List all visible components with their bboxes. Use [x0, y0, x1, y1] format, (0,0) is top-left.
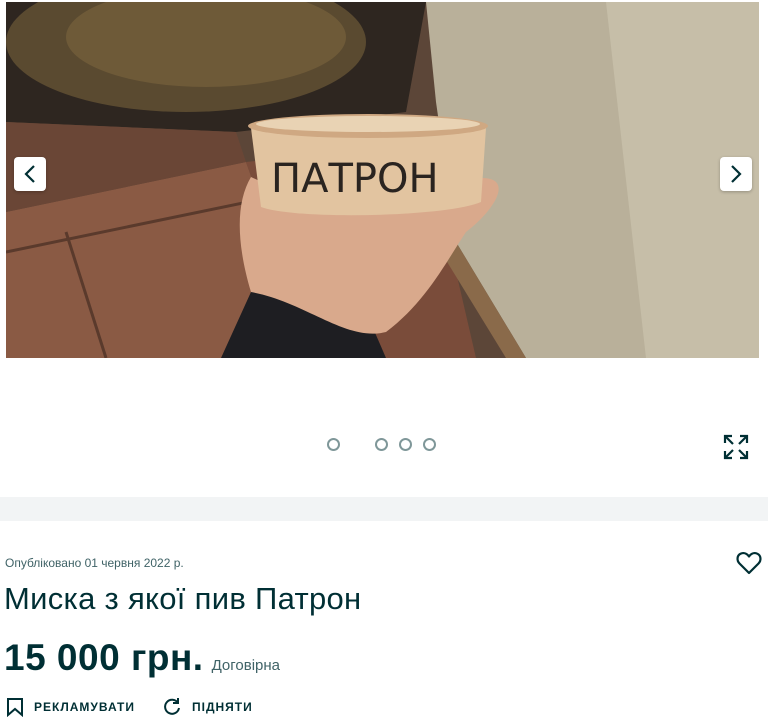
image-gallery: ПАТРОН [0, 0, 768, 497]
pagination-dot[interactable] [399, 438, 412, 451]
listing-actions: РЕКЛАМУВАТИ ПІДНЯТИ [6, 697, 280, 717]
price-row: 15 000 грн. Договірна [4, 637, 280, 679]
negotiable-label: Договірна [211, 657, 281, 674]
fullscreen-button[interactable] [719, 430, 753, 464]
pagination-dot[interactable] [375, 438, 388, 451]
promote-button[interactable]: РЕКЛАМУВАТИ [6, 697, 135, 717]
promote-label: РЕКЛАМУВАТИ [34, 700, 135, 714]
gallery-pagination [0, 438, 768, 456]
expand-arrows-icon [723, 434, 749, 460]
pagination-dot[interactable] [327, 438, 340, 451]
section-divider [0, 497, 768, 521]
photo-illustration: ПАТРОН [6, 2, 759, 358]
listing-details: Опубліковано 01 червня 2022 р. Миска з я… [0, 521, 768, 719]
pagination-dot[interactable] [423, 438, 436, 451]
refresh-icon [164, 698, 180, 715]
listing-title: Миска з якої пив Патрон [4, 581, 362, 616]
previous-image-button[interactable] [14, 157, 46, 191]
chevron-left-icon [24, 165, 35, 183]
chevron-right-icon [731, 165, 742, 183]
raise-button[interactable]: ПІДНЯТИ [162, 697, 253, 717]
published-date: Опубліковано 01 червня 2022 р. [5, 556, 184, 570]
price: 15 000 грн. [4, 637, 204, 678]
heart-outline-icon [736, 552, 762, 575]
next-image-button[interactable] [720, 157, 752, 191]
bowl-lettering: ПАТРОН [271, 156, 439, 202]
raise-label: ПІДНЯТИ [191, 700, 253, 714]
bookmark-icon [7, 698, 23, 717]
listing-photo[interactable]: ПАТРОН [6, 2, 759, 358]
favorite-button[interactable] [736, 551, 762, 575]
